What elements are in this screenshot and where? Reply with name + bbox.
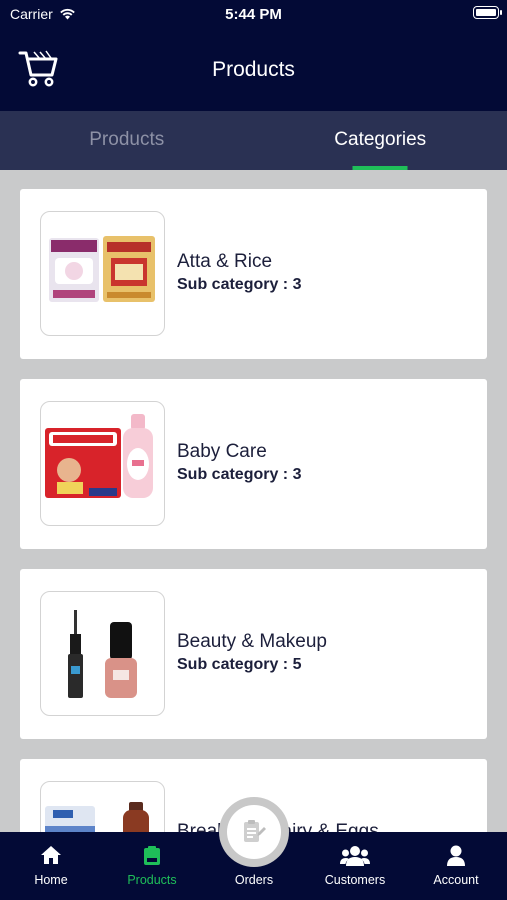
tabbar-home[interactable]: Home xyxy=(1,832,101,900)
home-icon xyxy=(41,846,61,864)
subcategory-count: Sub category : 5 xyxy=(177,656,302,673)
battery-icon xyxy=(473,6,502,19)
tabbar-orders-label: Orders xyxy=(234,873,274,887)
subcategory-count: Sub category : 3 xyxy=(177,466,302,483)
category-name: Atta & Rice xyxy=(177,251,273,272)
category-card-beauty-makeup[interactable]: Beauty & Makeup Sub category : 5 xyxy=(20,569,487,739)
orders-fab-button[interactable] xyxy=(219,797,289,867)
account-icon xyxy=(447,845,465,866)
category-thumbnail xyxy=(40,211,165,336)
orders-fab-inner xyxy=(227,805,281,859)
tabbar-account-label: Account xyxy=(433,873,479,887)
page-title: Products xyxy=(212,58,295,81)
orders-icon xyxy=(244,820,266,842)
tab-categories-label: Categories xyxy=(334,129,427,150)
beauty-makeup-image xyxy=(68,610,137,698)
tabbar-account[interactable]: Account xyxy=(406,832,506,900)
tabbar-products[interactable]: Products xyxy=(102,832,202,900)
tab-switcher: Products Categories xyxy=(0,111,507,170)
baby-care-image xyxy=(45,414,153,498)
tab-categories[interactable]: Categories xyxy=(254,111,507,170)
tabbar-products-label: Products xyxy=(127,873,177,887)
nav-header: Products xyxy=(0,28,507,111)
category-thumbnail xyxy=(40,781,165,832)
breakfast-image xyxy=(45,802,149,832)
category-name: Beauty & Makeup xyxy=(177,631,327,652)
tabbar-home-label: Home xyxy=(34,873,68,887)
tab-products-label: Products xyxy=(89,129,165,150)
tabbar-customers-label: Customers xyxy=(324,873,386,887)
status-time: 5:44 PM xyxy=(225,6,282,23)
tabbar-customers[interactable]: Customers xyxy=(305,832,405,900)
category-card-atta-rice[interactable]: Atta & Rice Sub category : 3 xyxy=(20,189,487,359)
category-card-baby-care[interactable]: Baby Care Sub category : 3 xyxy=(20,379,487,549)
status-bar: Carrier 5:44 PM xyxy=(0,0,507,28)
category-thumbnail xyxy=(40,401,165,526)
tab-products[interactable]: Products xyxy=(0,111,254,170)
atta-rice-image xyxy=(49,236,155,302)
products-icon xyxy=(144,846,160,865)
category-name: Baby Care xyxy=(177,441,267,462)
customers-icon xyxy=(340,846,370,866)
category-list[interactable]: Atta & Rice Sub category : 3 Baby Care S… xyxy=(0,170,507,832)
category-thumbnail xyxy=(40,591,165,716)
subcategory-count: Sub category : 3 xyxy=(177,276,302,293)
